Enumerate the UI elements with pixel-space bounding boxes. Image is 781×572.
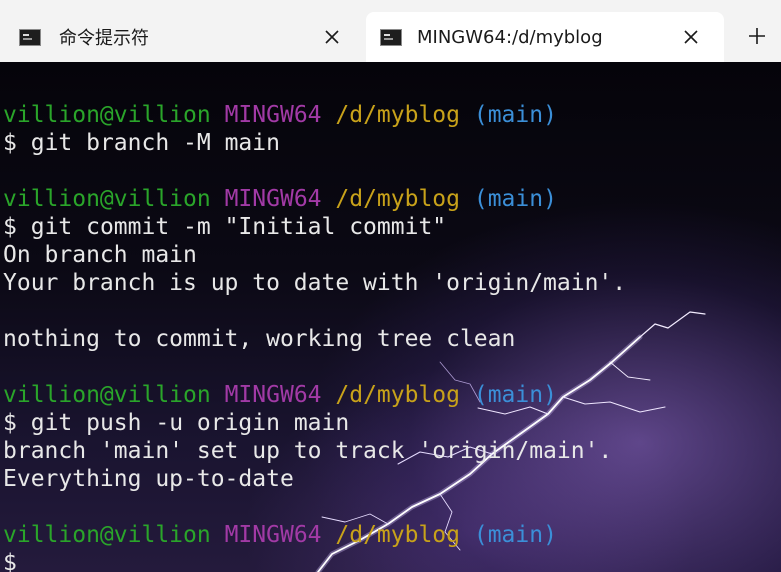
output-text: Everything up-to-date bbox=[3, 466, 294, 492]
command-text: git branch -M main bbox=[30, 130, 280, 156]
prompt-branch: (main) bbox=[473, 382, 557, 408]
prompt-symbol: $ bbox=[3, 410, 17, 436]
command-line: $ git commit -m "Initial commit" bbox=[3, 213, 626, 241]
prompt-path: /d/myblog bbox=[335, 102, 460, 128]
plus-icon bbox=[749, 28, 765, 44]
tab-title: MINGW64:/d/myblog bbox=[417, 26, 603, 48]
tab-cmd[interactable]: 命令提示符 bbox=[0, 12, 364, 62]
prompt-symbol: $ bbox=[3, 214, 17, 240]
prompt-user: villion@villion bbox=[3, 522, 211, 548]
prompt-line: villion@villion MINGW64 /d/myblog (main) bbox=[3, 521, 626, 549]
command-text: git push -u origin main bbox=[30, 410, 350, 436]
prompt-system: MINGW64 bbox=[224, 186, 322, 212]
prompt-user: villion@villion bbox=[3, 382, 211, 408]
output-line: Everything up-to-date bbox=[3, 465, 626, 493]
tab-title: 命令提示符 bbox=[59, 28, 149, 49]
prompt-symbol: $ bbox=[3, 130, 17, 156]
output-line: Your branch is up to date with 'origin/m… bbox=[3, 269, 626, 297]
tab-mingw64[interactable]: MINGW64:/d/myblog bbox=[366, 12, 724, 62]
prompt-system: MINGW64 bbox=[224, 102, 322, 128]
prompt-symbol: $ bbox=[3, 550, 17, 572]
command-line: $ git push -u origin main bbox=[3, 409, 626, 437]
prompt-path: /d/myblog bbox=[335, 186, 460, 212]
output-text: Your branch is up to date with 'origin/m… bbox=[3, 270, 627, 296]
prompt-path: /d/myblog bbox=[335, 382, 460, 408]
close-icon[interactable] bbox=[680, 26, 702, 48]
prompt-branch: (main) bbox=[473, 522, 557, 548]
prompt-system: MINGW64 bbox=[224, 382, 322, 408]
tab-strip: 命令提示符 MINGW64:/d/myblog bbox=[0, 0, 781, 62]
prompt-user: villion@villion bbox=[3, 186, 211, 212]
output-line: nothing to commit, working tree clean bbox=[3, 325, 626, 353]
command-line: $ git branch -M main bbox=[3, 129, 626, 157]
terminal-output: villion@villion MINGW64 /d/myblog (main)… bbox=[3, 101, 626, 572]
cmd-terminal-icon bbox=[19, 28, 41, 46]
close-icon[interactable] bbox=[321, 26, 343, 48]
output-text: nothing to commit, working tree clean bbox=[3, 326, 516, 352]
command-text: git commit -m "Initial commit" bbox=[30, 214, 447, 240]
prompt-user: villion@villion bbox=[3, 102, 211, 128]
prompt-system: MINGW64 bbox=[224, 522, 322, 548]
new-tab-button[interactable] bbox=[745, 24, 769, 48]
prompt-branch: (main) bbox=[473, 102, 557, 128]
output-line: On branch main bbox=[3, 241, 626, 269]
cmd-terminal-icon bbox=[380, 28, 402, 46]
command-line: $ bbox=[3, 549, 626, 572]
output-line: branch 'main' set up to track 'origin/ma… bbox=[3, 437, 626, 465]
output-text: On branch main bbox=[3, 242, 197, 268]
prompt-line: villion@villion MINGW64 /d/myblog (main) bbox=[3, 101, 626, 129]
terminal-pane[interactable]: villion@villion MINGW64 /d/myblog (main)… bbox=[0, 62, 781, 572]
prompt-branch: (main) bbox=[473, 186, 557, 212]
prompt-line: villion@villion MINGW64 /d/myblog (main) bbox=[3, 381, 626, 409]
prompt-line: villion@villion MINGW64 /d/myblog (main) bbox=[3, 185, 626, 213]
prompt-path: /d/myblog bbox=[335, 522, 460, 548]
output-text: branch 'main' set up to track 'origin/ma… bbox=[3, 438, 613, 464]
